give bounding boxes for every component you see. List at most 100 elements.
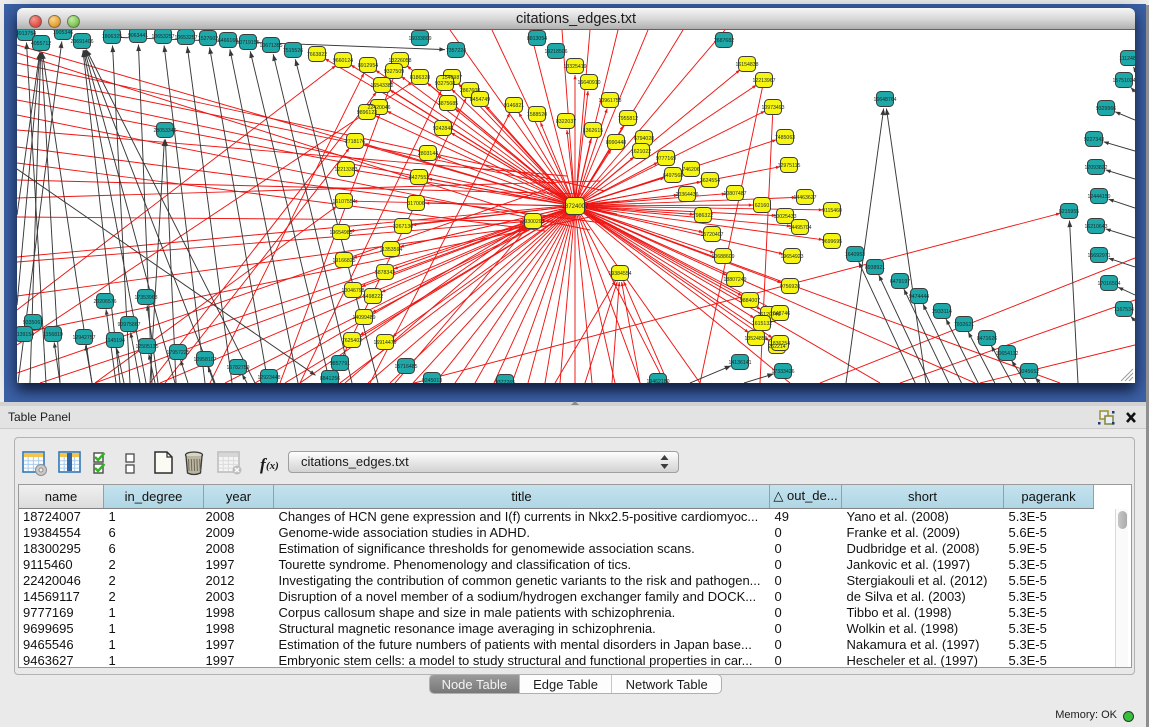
svg-text:8322037: 8322037 [556,119,576,125]
svg-text:18724007: 18724007 [562,204,589,210]
svg-text:9063441: 9063441 [128,33,148,39]
svg-text:20691406: 20691406 [70,39,93,45]
svg-text:17333426: 17333426 [771,369,794,375]
svg-text:1621022: 1621022 [631,149,651,155]
svg-text:8454749: 8454749 [470,97,490,103]
svg-text:7625402: 7625402 [342,338,362,344]
svg-text:3267130: 3267130 [393,224,413,230]
svg-text:8215955: 8215955 [1059,209,1079,215]
svg-text:1615132: 1615132 [752,321,772,327]
svg-text:9227343: 9227343 [1084,137,1104,143]
svg-text:7955812: 7955812 [618,116,638,122]
svg-text:9777169: 9777169 [656,156,676,162]
svg-text:29300293: 29300293 [521,219,544,225]
svg-text:6479197: 6479197 [890,279,910,285]
svg-text:19218506: 19218506 [544,49,567,55]
svg-text:14495704: 14495704 [788,225,811,231]
svg-text:9335061: 9335061 [23,320,43,326]
svg-text:1905346: 1905346 [53,30,73,36]
svg-text:20364436: 20364436 [675,192,698,198]
svg-text:1806325: 1806325 [102,34,122,40]
svg-text:9146821: 9146821 [504,103,524,109]
svg-text:8913754: 8913754 [17,31,36,37]
svg-text:16648764: 16648764 [873,97,896,103]
svg-text:1362615: 1362615 [583,128,603,134]
svg-text:19462180: 19462180 [646,379,669,383]
svg-text:746206: 746206 [682,167,699,173]
svg-text:17957225: 17957225 [166,350,189,356]
svg-text:12093822: 12093822 [1084,165,1107,171]
svg-text:16154838: 16154838 [735,62,758,68]
svg-text:9139154: 9139154 [17,332,34,338]
svg-text:12942757: 12942757 [72,335,95,341]
svg-text:12444159: 12444159 [1087,194,1110,200]
svg-text:7986322: 7986322 [693,213,713,219]
svg-text:1588520: 1588520 [527,112,547,118]
svg-text:15751024: 15751024 [1112,78,1135,84]
svg-text:15692971: 15692971 [1087,253,1110,259]
svg-text:19384554: 19384554 [608,271,631,277]
svg-text:16210643: 16210643 [1084,224,1107,230]
svg-text:1112480: 1112480 [1119,56,1135,62]
svg-text:9896123: 9896123 [357,110,377,116]
svg-text:8186328: 8186328 [410,75,430,81]
svg-text:9474444: 9474444 [909,294,929,300]
svg-text:62160: 62160 [755,203,770,209]
svg-text:10671355: 10671355 [259,43,282,49]
svg-text:19166825: 19166825 [332,258,355,264]
svg-text:14463627: 14463627 [793,195,816,201]
svg-text:7515526: 7515526 [283,48,303,54]
svg-text:12923448: 12923448 [257,375,280,381]
svg-text:3624554: 3624554 [700,178,720,184]
svg-text:10719155: 10719155 [236,40,259,46]
svg-text:(x): (x) [266,460,279,472]
svg-text:1167534: 1167534 [1114,307,1134,313]
svg-text:10653257: 10653257 [151,34,174,40]
svg-text:8841256: 8841256 [320,376,340,382]
svg-text:5498222: 5498222 [363,294,383,300]
svg-text:10654112: 10654112 [996,351,1019,357]
svg-text:15716485: 15716485 [394,364,417,370]
svg-text:90975867: 90975867 [117,322,140,328]
svg-text:16107554: 16107554 [332,199,355,205]
svg-text:9699695: 9699695 [822,239,842,245]
svg-text:9857791: 9857791 [330,361,350,367]
svg-text:16033809: 16033809 [408,36,431,42]
svg-text:13226058: 13226058 [388,58,411,64]
svg-text:8912954: 8912954 [358,63,378,69]
svg-text:317006: 317006 [407,201,424,207]
svg-text:8427552: 8427552 [409,175,429,181]
svg-text:10025433: 10025433 [773,214,796,220]
svg-text:10973493: 10973493 [761,105,784,111]
svg-text:12975115: 12975115 [778,163,801,169]
svg-text:17353968: 17353968 [134,295,157,301]
svg-text:8471626: 8471626 [977,336,997,342]
svg-text:9660124: 9660124 [333,58,353,64]
svg-text:1145194: 1145194 [105,338,125,344]
svg-text:17016504: 17016504 [1097,281,1120,287]
svg-text:9245013: 9245013 [422,378,442,383]
svg-text:8938921: 8938921 [865,265,885,271]
svg-text:10046798: 10046798 [341,288,364,294]
svg-text:9245652: 9245652 [1019,369,1039,375]
svg-text:9756928: 9756928 [780,284,800,290]
svg-text:7485063: 7485063 [775,135,795,141]
svg-text:9242848: 9242848 [433,126,453,132]
svg-text:16782759: 16782759 [226,365,249,371]
svg-text:28053346: 28053346 [153,128,176,134]
svg-text:16640910: 16640910 [577,80,600,86]
svg-text:13325419: 13325419 [563,64,586,70]
svg-text:9329966: 9329966 [1096,106,1116,112]
svg-text:8990448: 8990448 [606,140,626,146]
svg-text:16914479: 16914479 [373,340,396,346]
svg-text:9377265: 9377265 [495,380,515,383]
svg-text:1527602: 1527602 [198,36,218,42]
svg-text:10961758: 10961758 [598,98,621,104]
svg-text:7357224: 7357224 [446,48,466,54]
svg-text:18807249: 18807249 [723,277,746,283]
svg-text:2687682: 2687682 [714,38,734,44]
svg-text:2867608: 2867608 [460,88,480,94]
svg-text:7932621: 7932621 [954,322,974,328]
svg-text:9884007: 9884007 [740,298,760,304]
svg-text:12505135: 12505135 [135,344,158,350]
